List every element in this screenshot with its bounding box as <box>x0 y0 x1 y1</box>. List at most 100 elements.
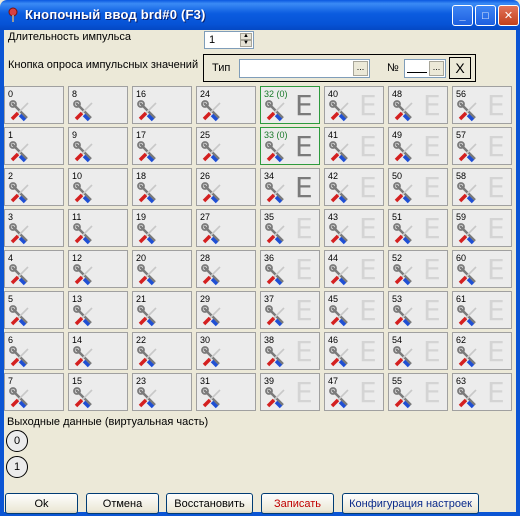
input-cell[interactable]: 25 <box>196 127 256 165</box>
input-cell[interactable]: 1 <box>4 127 64 165</box>
input-cell[interactable]: 44 E <box>324 250 384 288</box>
input-cell[interactable]: 17 <box>132 127 192 165</box>
cell-number: 1 <box>8 130 14 140</box>
input-cell[interactable]: 37 E <box>260 291 320 329</box>
restore-button[interactable]: Восстановить <box>166 493 253 514</box>
input-cell[interactable]: 60 E <box>452 250 512 288</box>
input-cell[interactable]: 13 <box>68 291 128 329</box>
title-bar[interactable]: Кнопочный ввод brd#0 (F3) _ □ ✕ <box>0 0 520 30</box>
input-cell[interactable]: 48 E <box>388 86 448 124</box>
input-cell[interactable]: 27 <box>196 209 256 247</box>
input-cell[interactable]: 4 <box>4 250 64 288</box>
screwdriver-wrench-icon <box>329 141 351 163</box>
cell-e-indicator: E <box>295 294 313 327</box>
input-cell[interactable]: 19 <box>132 209 192 247</box>
cell-e-indicator: E <box>423 253 441 286</box>
pulse-duration-spinner[interactable]: 1 ▲ ▼ <box>204 31 254 49</box>
maximize-button[interactable]: □ <box>475 5 496 26</box>
input-cell[interactable]: 50 E <box>388 168 448 206</box>
input-cell[interactable]: 54 E <box>388 332 448 370</box>
screwdriver-wrench-icon <box>457 100 479 122</box>
input-cell[interactable]: 47 E <box>324 373 384 411</box>
input-cell[interactable]: 10 <box>68 168 128 206</box>
save-button[interactable]: Записать <box>261 493 334 514</box>
input-cell[interactable]: 46 E <box>324 332 384 370</box>
input-cell[interactable]: 42 E <box>324 168 384 206</box>
spin-down-icon[interactable]: ▼ <box>240 40 252 47</box>
input-cell[interactable]: 7 <box>4 373 64 411</box>
close-button[interactable]: ✕ <box>498 5 519 26</box>
number-browse-button[interactable]: ... <box>429 61 444 76</box>
input-cell[interactable]: 38 E <box>260 332 320 370</box>
input-cell[interactable]: 31 <box>196 373 256 411</box>
input-cell[interactable]: 35 E <box>260 209 320 247</box>
input-cell[interactable]: 62 E <box>452 332 512 370</box>
output-item-1[interactable]: 1 <box>6 456 28 478</box>
cell-e-indicator: E <box>359 130 377 163</box>
input-cell[interactable]: 39 E <box>260 373 320 411</box>
input-cell[interactable]: 8 <box>68 86 128 124</box>
screwdriver-wrench-icon <box>9 387 31 409</box>
number-field[interactable]: ... <box>404 59 446 78</box>
input-cell[interactable]: 40 E <box>324 86 384 124</box>
pulse-duration-value[interactable]: 1 <box>209 34 215 46</box>
input-cell[interactable]: 20 <box>132 250 192 288</box>
input-cell[interactable]: 53 E <box>388 291 448 329</box>
input-cell[interactable]: 55 E <box>388 373 448 411</box>
input-cell[interactable]: 34 E <box>260 168 320 206</box>
input-cell[interactable]: 6 <box>4 332 64 370</box>
input-cell[interactable]: 18 <box>132 168 192 206</box>
input-cell[interactable]: 16 <box>132 86 192 124</box>
input-cell[interactable]: 57 E <box>452 127 512 165</box>
input-cell[interactable]: 45 E <box>324 291 384 329</box>
ok-button[interactable]: Ok <box>5 493 78 514</box>
input-cell[interactable]: 52 E <box>388 250 448 288</box>
input-cell[interactable]: 9 <box>68 127 128 165</box>
screwdriver-wrench-icon <box>137 305 159 327</box>
clear-button[interactable]: X <box>449 57 471 79</box>
input-cell[interactable]: 49 E <box>388 127 448 165</box>
spin-up-icon[interactable]: ▲ <box>240 33 252 40</box>
type-field[interactable]: ... <box>239 59 370 78</box>
screwdriver-wrench-icon <box>329 387 351 409</box>
input-cell[interactable]: 29 <box>196 291 256 329</box>
input-cell[interactable]: 12 <box>68 250 128 288</box>
minimize-button[interactable]: _ <box>452 5 473 26</box>
input-cell[interactable]: 58 E <box>452 168 512 206</box>
input-cell[interactable]: 15 <box>68 373 128 411</box>
input-cell[interactable]: 26 <box>196 168 256 206</box>
input-cell[interactable]: 33 (0) E <box>260 127 320 165</box>
cell-number: 51 <box>392 212 403 222</box>
cancel-button[interactable]: Отмена <box>86 493 159 514</box>
input-cell[interactable]: 30 <box>196 332 256 370</box>
input-cell[interactable]: 0 <box>4 86 64 124</box>
input-cell[interactable]: 14 <box>68 332 128 370</box>
cell-e-indicator: E <box>487 376 505 409</box>
input-cell[interactable]: 61 E <box>452 291 512 329</box>
input-cell[interactable]: 5 <box>4 291 64 329</box>
input-cell[interactable]: 43 E <box>324 209 384 247</box>
input-cell[interactable]: 56 E <box>452 86 512 124</box>
input-cell[interactable]: 63 E <box>452 373 512 411</box>
screwdriver-wrench-icon <box>9 182 31 204</box>
input-cell[interactable]: 24 <box>196 86 256 124</box>
cell-number: 62 <box>456 335 467 345</box>
type-browse-button[interactable]: ... <box>353 61 368 76</box>
input-cell[interactable]: 2 <box>4 168 64 206</box>
input-cell[interactable]: 11 <box>68 209 128 247</box>
input-cell[interactable]: 41 E <box>324 127 384 165</box>
input-cell[interactable]: 22 <box>132 332 192 370</box>
input-cell[interactable]: 21 <box>132 291 192 329</box>
input-cell[interactable]: 36 E <box>260 250 320 288</box>
input-cell[interactable]: 32 (0) E <box>260 86 320 124</box>
input-cell[interactable]: 28 <box>196 250 256 288</box>
config-settings-button[interactable]: Конфигурация настроек <box>342 493 479 514</box>
input-cell[interactable]: 3 <box>4 209 64 247</box>
cell-number: 29 <box>200 294 211 304</box>
input-cell[interactable]: 59 E <box>452 209 512 247</box>
window-title: Кнопочный ввод brd#0 (F3) <box>25 7 206 22</box>
input-cell[interactable]: 23 <box>132 373 192 411</box>
screwdriver-wrench-icon <box>9 264 31 286</box>
output-item-0[interactable]: 0 <box>6 430 28 452</box>
input-cell[interactable]: 51 E <box>388 209 448 247</box>
